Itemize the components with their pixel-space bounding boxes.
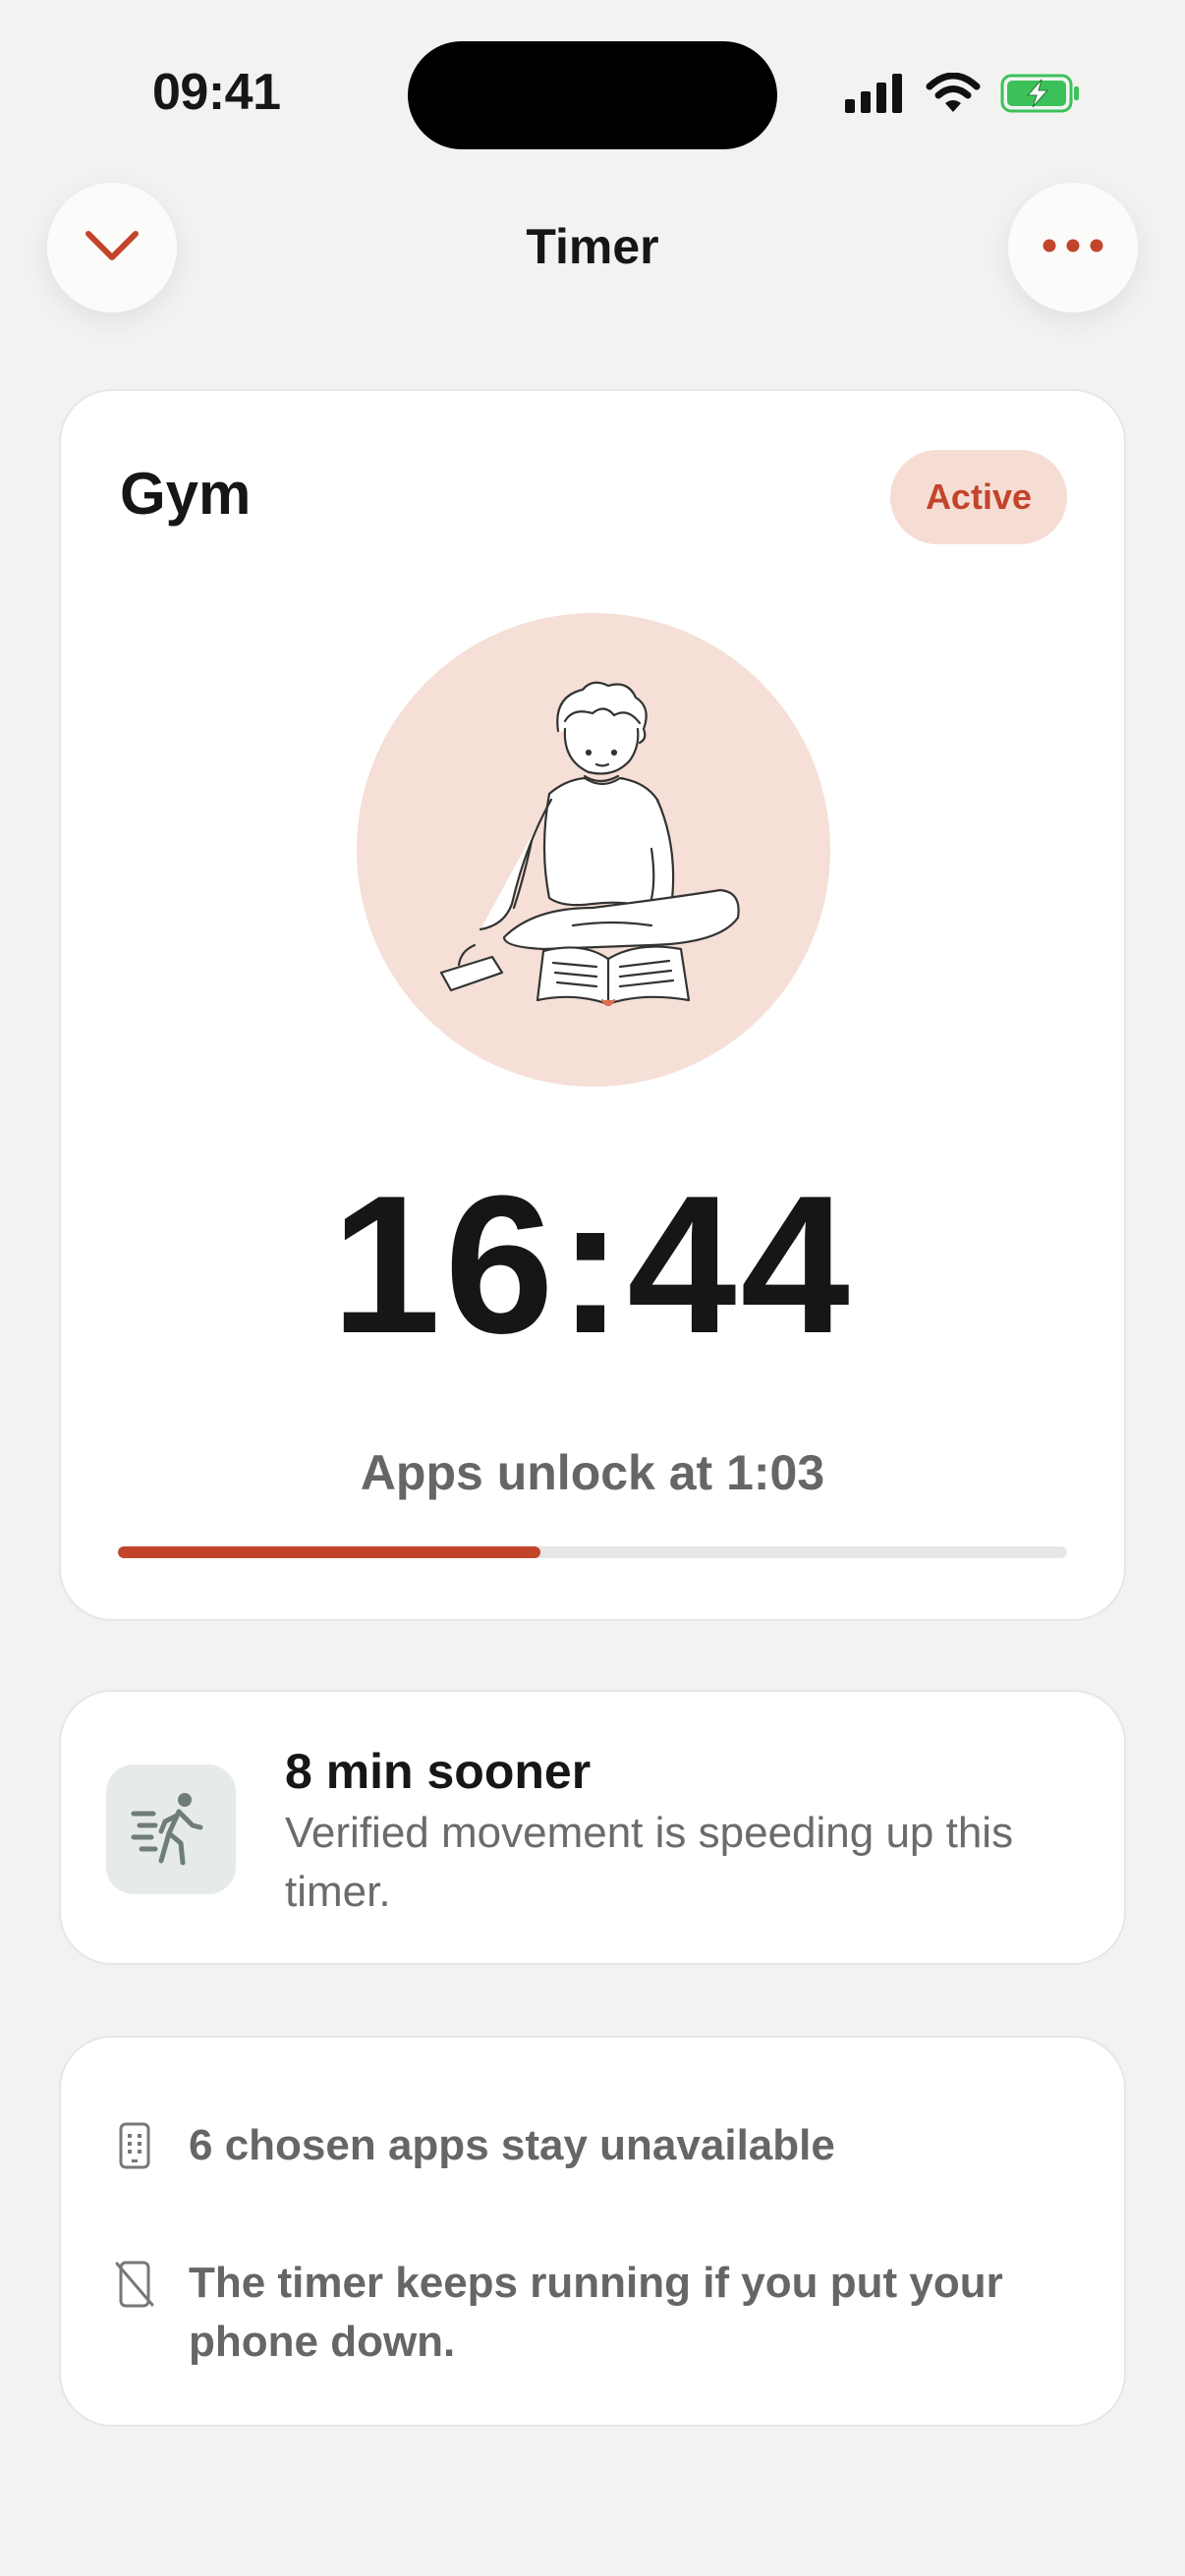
info-text-phone-down: The timer keeps running if you put your … bbox=[189, 2259, 1003, 2366]
ellipsis-icon bbox=[1043, 239, 1103, 257]
walking-speed-icon bbox=[106, 1764, 236, 1894]
status-icons bbox=[845, 72, 1081, 119]
wifi-icon bbox=[926, 72, 981, 119]
timer-card: Gym Active 16:44 Apps unlock at 1:03 bbox=[59, 389, 1126, 1621]
battery-charging-icon bbox=[1000, 74, 1081, 118]
timer-progress-bar bbox=[118, 1546, 1067, 1558]
signal-icon bbox=[845, 74, 906, 118]
boost-title: 8 min sooner bbox=[285, 1744, 592, 1799]
phone-off-icon bbox=[110, 2254, 159, 2309]
restrictions-info-card: 6 chosen apps stay unavailable The timer… bbox=[59, 2036, 1126, 2427]
unlock-time-text: Apps unlock at 1:03 bbox=[360, 1445, 825, 1500]
status-time: 09:41 bbox=[152, 64, 281, 121]
info-text-blocked-apps: 6 chosen apps stay unavailable bbox=[189, 2121, 835, 2169]
info-item-phone-down: The timer keeps running if you put your … bbox=[110, 2254, 1085, 2372]
status-badge: Active bbox=[889, 450, 1067, 544]
countdown-time: 16:44 bbox=[331, 1155, 854, 1374]
phone-grid-icon bbox=[110, 2116, 159, 2169]
reading-person-illustration bbox=[357, 613, 830, 1087]
boost-description: Verified movement is speeding up this ti… bbox=[285, 1809, 1014, 1916]
info-item-blocked-apps: 6 chosen apps stay unavailable bbox=[110, 2116, 1085, 2175]
dynamic-island bbox=[408, 41, 777, 149]
timer-progress-fill bbox=[118, 1546, 540, 1558]
more-options-button[interactable] bbox=[1008, 183, 1138, 312]
movement-boost-card: 8 min sooner Verified movement is speedi… bbox=[59, 1690, 1126, 1965]
timer-screen: 09:41 Timer Gym Active 16:44 Apps unlock… bbox=[0, 0, 1185, 2576]
session-title: Gym bbox=[120, 461, 252, 527]
